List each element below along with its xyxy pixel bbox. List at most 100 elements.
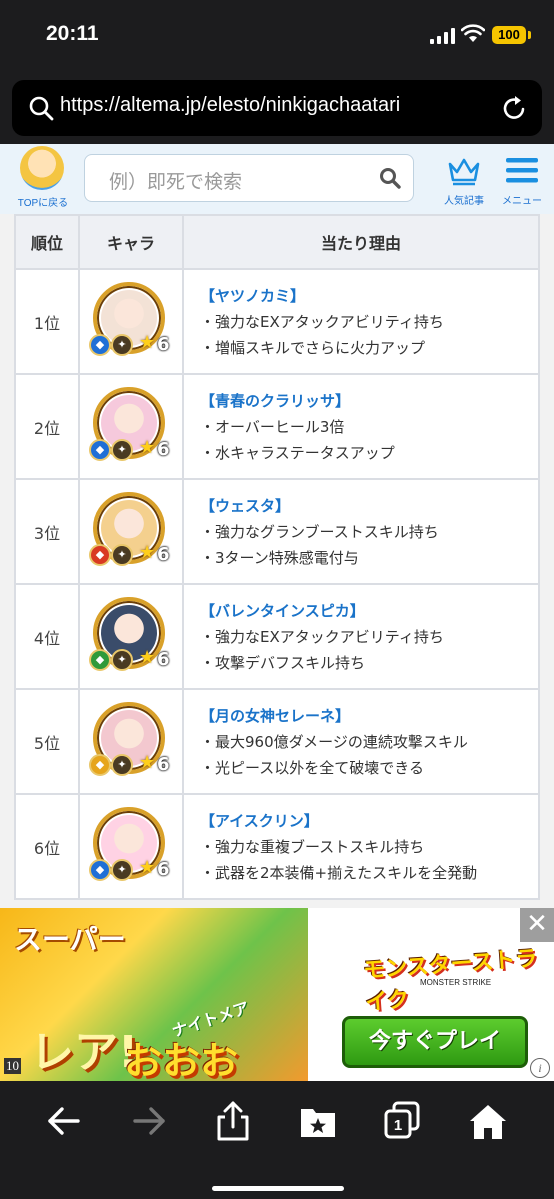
header-rank: 順位 <box>14 214 80 270</box>
header-reason: 当たり理由 <box>182 214 540 270</box>
home-indicator <box>212 1186 344 1191</box>
chara-cell[interactable]: ◆ ✦ ★ 6 <box>78 268 184 375</box>
weapon-type-icon: ✦ <box>111 648 133 671</box>
top-button-label: TOPに戻る <box>17 198 69 209</box>
reason-cell: 【ウェスタ】 ・強力なグランブーストスキル持ち ・3ターン特殊感電付与 <box>182 478 540 585</box>
reason-cell: 【アイスクリン】・強力な重複ブーストスキル持ち・武器を2本装備+揃えたスキルを全… <box>182 793 540 900</box>
forward-arrow-icon[interactable] <box>127 1099 171 1143</box>
character-name-link[interactable]: 【バレンタインスピカ】 <box>200 598 537 624</box>
hamburger-menu-icon <box>506 158 538 183</box>
status-time: 20:11 <box>46 22 99 45</box>
rarity-value: 6 <box>157 333 170 355</box>
site-header: TOPに戻る 例）即死で検索 人気記事 メニュー <box>0 144 554 215</box>
rarity-value: 6 <box>157 753 170 775</box>
character-name-link[interactable]: 【ヤツノカミ】 <box>200 283 537 309</box>
ranking-table: 順位 キャラ 当たり理由 1位 ◆ ✦ ★ 6 【ヤツノカミ】・強力なEXアタッ… <box>14 214 540 900</box>
address-bar[interactable]: https://altema.jp/elesto/ninkigachaatari <box>12 80 542 136</box>
ad-close-button[interactable]: ✕ <box>520 908 554 942</box>
ad-super-text: スーパー <box>14 923 126 956</box>
table-row: 2位 ◆ ✦ ★ 6 【青春のクラリッサ】 ・オーバーヒール3倍 ・水キャラステータ… <box>14 373 540 480</box>
weapon-type-icon: ✦ <box>111 333 133 356</box>
reason-item: ・攻撃デバフスキル持ち <box>200 653 366 672</box>
light-element-icon: ◆ <box>89 753 111 776</box>
menu-button[interactable]: メニュー <box>494 152 550 208</box>
character-icon[interactable]: ◆ ✦ ★ 6 <box>89 701 170 782</box>
ad-cta-panel[interactable]: モンスターストライク MONSTER STRIKE 今すぐプレイ <box>308 908 554 1081</box>
ad-banner[interactable]: スーパー レア! ナイトメア おおおお!! 10 モンスターストライク MONS… <box>0 908 554 1081</box>
character-icon[interactable]: ◆ ✦ ★ 6 <box>89 491 170 572</box>
rarity-value: 6 <box>157 438 170 460</box>
battery-nub <box>528 31 531 39</box>
character-icon[interactable]: ◆ ✦ ★ 6 <box>89 806 170 887</box>
character-name-link[interactable]: 【青春のクラリッサ】 <box>200 388 537 414</box>
rank-cell: 4位 <box>14 583 80 690</box>
reason-item: ・水キャラステータスアップ <box>200 443 395 462</box>
rarity-star-icon: ★ <box>139 856 156 878</box>
chara-cell[interactable]: ◆ ✦ ★ 6 <box>78 688 184 795</box>
page-content: 順位 キャラ 当たり理由 1位 ◆ ✦ ★ 6 【ヤツノカミ】・強力なEXアタッ… <box>0 214 554 908</box>
home-icon[interactable] <box>466 1099 510 1143</box>
weapon-type-icon: ✦ <box>111 543 133 566</box>
rarity-value: 6 <box>157 543 170 565</box>
bookmarks-icon[interactable] <box>296 1099 340 1143</box>
reason-item: ・武器を2本装備+揃えたスキルを全発動 <box>200 863 478 882</box>
reason-item: ・強力なEXアタックアビリティ持ち <box>200 312 444 331</box>
share-icon[interactable] <box>211 1099 255 1143</box>
chara-cell[interactable]: ◆ ✦ ★ 6 <box>78 583 184 690</box>
reload-icon[interactable] <box>501 94 527 122</box>
weapon-type-icon: ✦ <box>111 753 133 776</box>
ad-play-button[interactable]: 今すぐプレイ <box>342 1016 528 1068</box>
table-row: 3位 ◆ ✦ ★ 6 【ウェスタ】 ・強力なグランブーストスキル持ち ・3ターン特殊… <box>14 478 540 585</box>
rarity-star-icon: ★ <box>139 436 156 458</box>
rarity-star-icon: ★ <box>139 541 156 563</box>
table-row: 5位 ◆ ✦ ★ 6 【月の女神セレーネ】 ・最大960億ダメージの連続攻撃スキル… <box>14 688 540 795</box>
reason-item: ・3ターン特殊感電付与 <box>200 548 359 567</box>
chara-cell[interactable]: ◆ ✦ ★ 6 <box>78 373 184 480</box>
tab-count: 1 <box>394 1117 402 1134</box>
rank-cell: 5位 <box>14 688 80 795</box>
rank-cell: 3位 <box>14 478 80 585</box>
reason-cell: 【ヤツノカミ】・強力なEXアタックアビリティ持ち ・増幅スキルでさらに火力アップ <box>182 268 540 375</box>
water-element-icon: ◆ <box>89 858 111 881</box>
rank-cell: 1位 <box>14 268 80 375</box>
browser-toolbar: 1 <box>0 1081 554 1199</box>
character-icon[interactable]: ◆ ✦ ★ 6 <box>89 596 170 677</box>
ad-game-logo-sub: MONSTER STRIKE <box>420 978 492 987</box>
chara-cell[interactable]: ◆ ✦ ★ 6 <box>78 478 184 585</box>
character-name-link[interactable]: 【アイスクリン】 <box>200 808 537 834</box>
water-element-icon: ◆ <box>89 333 111 356</box>
url-text[interactable]: https://altema.jp/elesto/ninkigachaatari <box>60 94 400 117</box>
popular-articles-button[interactable]: 人気記事 <box>436 152 492 208</box>
character-name-link[interactable]: 【月の女神セレーネ】 <box>200 703 537 729</box>
reason-item: ・増幅スキルでさらに火力アップ <box>200 338 426 357</box>
search-icon[interactable] <box>379 167 401 189</box>
chara-cell[interactable]: ◆ ✦ ★ 6 <box>78 793 184 900</box>
back-arrow-icon[interactable] <box>42 1099 86 1143</box>
reason-item: ・強力な重複ブーストスキル持ち <box>200 837 425 856</box>
reason-cell: 【バレンタインスピカ】 ・強力なEXアタックアビリティ持ち ・攻撃デバフスキル持ち <box>182 583 540 690</box>
top-button[interactable]: TOPに戻る <box>10 146 76 212</box>
weapon-type-icon: ✦ <box>111 858 133 881</box>
tabs-icon[interactable]: 1 <box>380 1099 424 1143</box>
water-element-icon: ◆ <box>89 438 111 461</box>
table-row: 4位 ◆ ✦ ★ 6 【バレンタインスピカ】 ・強力なEXアタックアビリティ持ち・… <box>14 583 540 690</box>
site-search-input[interactable]: 例）即死で検索 <box>84 154 414 202</box>
reason-item: ・光ピース以外を全て破壊できる <box>200 758 424 777</box>
character-name-link[interactable]: 【ウェスタ】 <box>200 493 537 519</box>
character-icon[interactable]: ◆ ✦ ★ 6 <box>89 386 170 467</box>
ad-oooo-text: おおおお!! <box>124 1039 239 1081</box>
rarity-value: 6 <box>157 858 170 880</box>
character-icon[interactable]: ◆ ✦ ★ 6 <box>89 281 170 362</box>
menu-label: メニュー <box>502 196 542 207</box>
rarity-star-icon: ★ <box>139 646 156 668</box>
reason-cell: 【青春のクラリッサ】 ・オーバーヒール3倍 ・水キャラステータスアップ <box>182 373 540 480</box>
ad-number: 10 <box>4 1058 21 1074</box>
rarity-star-icon: ★ <box>139 331 156 353</box>
status-bar: 20:11 100 <box>0 0 554 72</box>
ad-info-icon[interactable]: i <box>530 1058 550 1078</box>
ad-artwork[interactable]: スーパー レア! ナイトメア おおおお!! 10 <box>0 908 308 1081</box>
fire-element-icon: ◆ <box>89 543 111 566</box>
close-icon: ✕ <box>526 909 548 939</box>
table-header-row: 順位 キャラ 当たり理由 <box>14 214 540 270</box>
search-icon <box>29 96 54 121</box>
